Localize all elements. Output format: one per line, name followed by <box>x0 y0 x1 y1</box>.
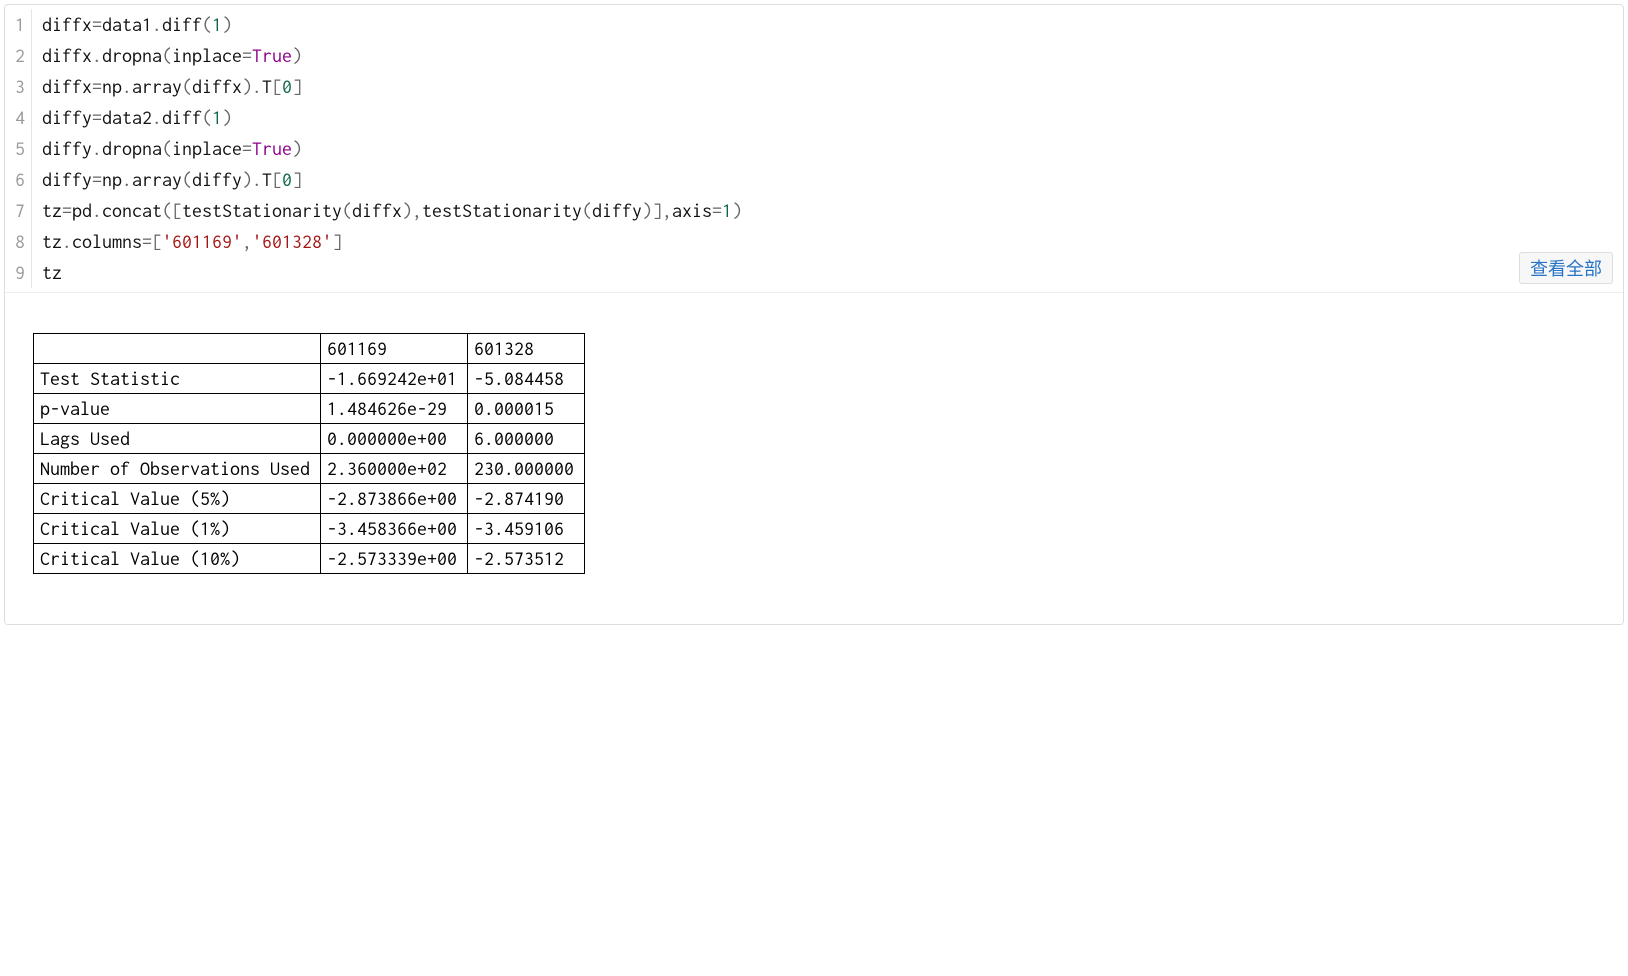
table-cell: 6.000000 <box>468 424 585 454</box>
table-cell: -3.459106 <box>468 514 585 544</box>
table-row: Number of Observations Used2.360000e+022… <box>34 454 585 484</box>
code-line[interactable]: tz <box>42 257 1613 288</box>
table-header-row: 601169 601328 <box>34 334 585 364</box>
code-input-area[interactable]: 123456789 diffx=data1.diff(1)diffx.dropn… <box>5 5 1623 293</box>
table-row: Critical Value (5%)-2.873866e+00-2.87419… <box>34 484 585 514</box>
output-area: 601169 601328 Test Statistic-1.669242e+0… <box>5 293 1623 624</box>
table-header-cell: 601328 <box>468 334 585 364</box>
code-line[interactable]: diffy.dropna(inplace=True) <box>42 133 1613 164</box>
row-label: Lags Used <box>34 424 321 454</box>
table-cell: 230.000000 <box>468 454 585 484</box>
line-number: 4 <box>15 102 25 133</box>
row-label: Critical Value (1%) <box>34 514 321 544</box>
table-row: Critical Value (1%)-3.458366e+00-3.45910… <box>34 514 585 544</box>
line-number: 3 <box>15 71 25 102</box>
table-row: Lags Used0.000000e+006.000000 <box>34 424 585 454</box>
line-number: 9 <box>15 257 25 288</box>
table-header-cell: 601169 <box>321 334 468 364</box>
table-row: p-value1.484626e-290.000015 <box>34 394 585 424</box>
table-header-cell <box>34 334 321 364</box>
row-label: Test Statistic <box>34 364 321 394</box>
line-number: 2 <box>15 40 25 71</box>
line-number: 5 <box>15 133 25 164</box>
line-number: 6 <box>15 164 25 195</box>
table-row: Critical Value (10%)-2.573339e+00-2.5735… <box>34 544 585 574</box>
table-cell: -2.573339e+00 <box>321 544 468 574</box>
table-cell: -2.573512 <box>468 544 585 574</box>
table-cell: -2.873866e+00 <box>321 484 468 514</box>
code-line[interactable]: diffx=data1.diff(1) <box>42 9 1613 40</box>
table-row: Test Statistic-1.669242e+01-5.084458 <box>34 364 585 394</box>
table-cell: 1.484626e-29 <box>321 394 468 424</box>
table-cell: -5.084458 <box>468 364 585 394</box>
code-line[interactable]: diffy=np.array(diffy).T[0] <box>42 164 1613 195</box>
row-label: Critical Value (5%) <box>34 484 321 514</box>
code-line[interactable]: tz=pd.concat([testStationarity(diffx),te… <box>42 195 1613 226</box>
row-label: Number of Observations Used <box>34 454 321 484</box>
row-label: Critical Value (10%) <box>34 544 321 574</box>
code-line[interactable]: diffy=data2.diff(1) <box>42 102 1613 133</box>
row-label: p-value <box>34 394 321 424</box>
table-cell: -3.458366e+00 <box>321 514 468 544</box>
table-cell: -1.669242e+01 <box>321 364 468 394</box>
table-cell: 0.000015 <box>468 394 585 424</box>
code-line[interactable]: tz.columns=['601169','601328'] <box>42 226 1613 257</box>
code-line[interactable]: diffx.dropna(inplace=True) <box>42 40 1613 71</box>
table-cell: 2.360000e+02 <box>321 454 468 484</box>
dataframe-table: 601169 601328 Test Statistic-1.669242e+0… <box>33 333 585 574</box>
table-cell: 0.000000e+00 <box>321 424 468 454</box>
table-cell: -2.874190 <box>468 484 585 514</box>
line-number: 7 <box>15 195 25 226</box>
code-line[interactable]: diffx=np.array(diffx).T[0] <box>42 71 1613 102</box>
line-number: 1 <box>15 9 25 40</box>
line-number: 8 <box>15 226 25 257</box>
line-number-gutter: 123456789 <box>5 9 32 288</box>
code-text[interactable]: diffx=data1.diff(1)diffx.dropna(inplace=… <box>32 9 1623 288</box>
notebook-cell: 123456789 diffx=data1.diff(1)diffx.dropn… <box>4 4 1624 625</box>
show-all-button[interactable]: 查看全部 <box>1519 252 1613 284</box>
